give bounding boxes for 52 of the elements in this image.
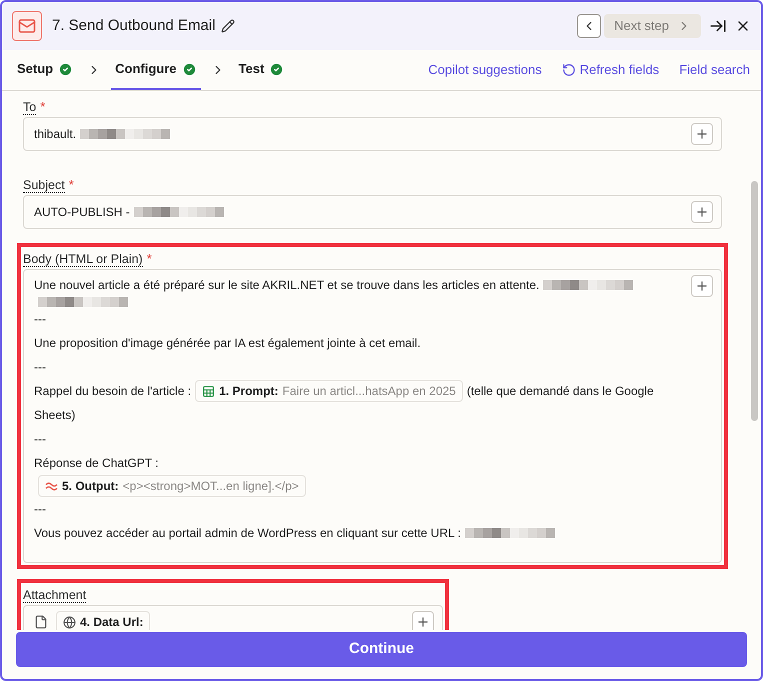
spreadsheet-icon [202, 384, 216, 398]
body-text: AUTO-PUBLISH - [34, 204, 130, 221]
body-text: Une nouvel article a été préparé sur le site AKRIL.NET et se trouve dans les articles en attente. [34, 277, 540, 294]
body-text: (telle que demandé dans le Google [466, 383, 654, 400]
add-button[interactable] [691, 201, 713, 223]
body-text: Sheets) [34, 407, 76, 424]
body-text: --- [34, 501, 46, 518]
required-marker: * [40, 99, 46, 114]
wave-icon [45, 480, 58, 492]
edit-icon[interactable] [221, 19, 236, 33]
continue-button[interactable]: Continue [16, 632, 747, 667]
input-field[interactable]: 4. Data Url: [23, 605, 443, 630]
step-tab[interactable]: Test [234, 50, 288, 90]
plus-icon [695, 279, 709, 293]
input-field[interactable]: thibault. [23, 117, 722, 151]
body-text: --- [34, 431, 46, 448]
globe-icon [63, 616, 76, 628]
scrollbar-thumb[interactable] [751, 181, 758, 421]
step-tab[interactable]: Configure [111, 50, 201, 90]
body-text: Rappel du besoin de l'article : [34, 383, 192, 400]
field-label: Subject [23, 178, 65, 193]
field-label: Body (HTML or Plain) [23, 252, 143, 267]
action-link[interactable]: Copilot suggestions [428, 50, 542, 90]
body-text: --- [34, 359, 46, 376]
field-label: Attachment [23, 588, 86, 603]
collapse-icon[interactable] [709, 17, 727, 35]
required-marker: * [146, 251, 152, 266]
step-tab[interactable]: Setup [13, 50, 78, 90]
add-button[interactable] [691, 275, 713, 297]
required-marker: * [68, 177, 74, 192]
refresh-icon [562, 63, 576, 77]
action-link[interactable]: Field search [679, 50, 750, 90]
step-title: 7. Send Outbound Email [52, 16, 216, 36]
data-pill[interactable]: 5. Output: <p><strong>MOT...en ligne].</p> [38, 475, 306, 497]
field-label: To [23, 100, 36, 115]
plus-icon [695, 127, 709, 141]
body-text: Une proposition d'image générée par IA est également jointe à cet email. [34, 335, 421, 352]
plus-icon [695, 205, 709, 219]
email-app-icon [12, 11, 42, 41]
body-text: Vous pouvez accéder au portail admin de WordPress en cliquant sur cette URL : [34, 525, 461, 542]
input-field[interactable]: AUTO-PUBLISH - [23, 195, 722, 229]
add-button[interactable] [691, 123, 713, 145]
data-pill[interactable]: 4. Data Url: [56, 611, 150, 630]
action-link[interactable]: Refresh fields [562, 50, 660, 90]
data-pill[interactable]: 1. Prompt: Faire un articl...hatsApp en 2025 [195, 380, 463, 402]
add-button[interactable] [412, 611, 434, 630]
file-icon [34, 615, 48, 629]
body-text: Réponse de ChatGPT : [34, 455, 159, 472]
previous-button[interactable] [577, 14, 602, 38]
body-text: thibault. [34, 126, 76, 143]
body-text: --- [34, 311, 46, 328]
plus-icon [416, 615, 430, 629]
